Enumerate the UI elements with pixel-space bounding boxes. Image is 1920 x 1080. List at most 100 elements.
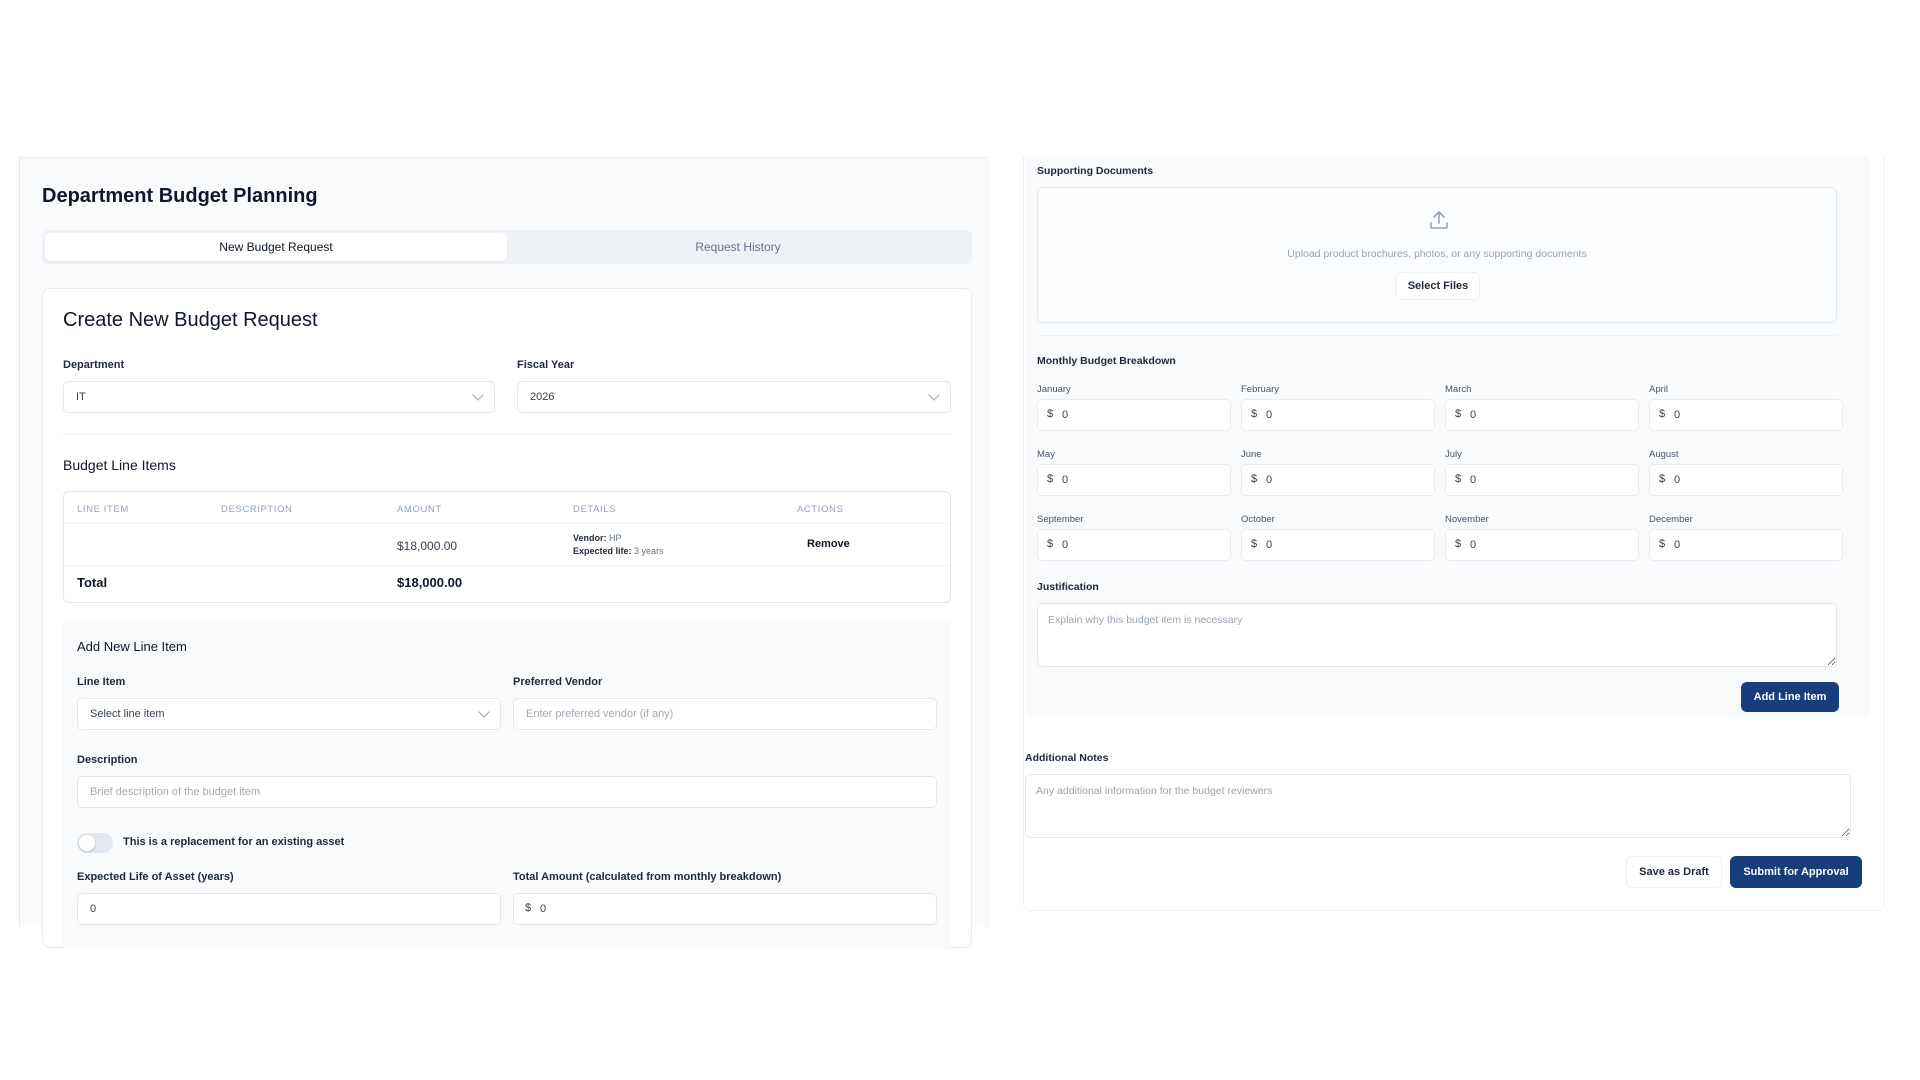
total-amount-currency: $ [525, 902, 532, 914]
vendor-label: Preferred Vendor [513, 676, 603, 688]
line-items-title: Budget Line Items [63, 457, 176, 473]
line-item-label: Line Item [77, 676, 126, 688]
month-label-march: March [1445, 384, 1472, 395]
preferred-vendor-input[interactable] [513, 698, 937, 730]
month-label-october: October [1241, 514, 1275, 525]
monthly-breakdown-label: Monthly Budget Breakdown [1037, 355, 1176, 367]
month-input-december[interactable] [1649, 529, 1843, 561]
remove-button[interactable]: Remove [807, 538, 850, 550]
column-header-line-item: Line Item [77, 504, 129, 515]
total-amount-input[interactable] [513, 893, 937, 925]
line-item-details-section: Supporting Documents Upload product broc… [1025, 157, 1869, 719]
life-value: 3 years [634, 546, 664, 556]
life-label: Expected life: [573, 546, 632, 556]
page-title: Department Budget Planning [42, 185, 318, 207]
department-value: IT [76, 391, 86, 403]
expected-life-input[interactable] [77, 893, 501, 925]
submit-for-approval-button[interactable]: Submit for Approval [1730, 856, 1862, 888]
description-input[interactable] [77, 776, 937, 808]
month-label-june: June [1241, 449, 1262, 460]
month-input-may[interactable] [1037, 464, 1231, 496]
line-item-select[interactable]: Select line item [77, 698, 501, 730]
currency-symbol: $ [1047, 473, 1054, 485]
select-files-button[interactable]: Select Files [1396, 272, 1480, 300]
justification-label: Justification [1037, 581, 1099, 593]
vendor-value: HP [609, 533, 622, 543]
fiscal-year-label: Fiscal Year [517, 359, 575, 371]
column-header-description: Description [221, 504, 293, 515]
currency-symbol: $ [1251, 408, 1258, 420]
department-label: Department [63, 359, 125, 371]
upload-icon [1430, 211, 1448, 229]
currency-symbol: $ [1455, 538, 1462, 550]
month-label-july: July [1445, 449, 1462, 460]
justification-textarea[interactable] [1037, 603, 1837, 667]
currency-symbol: $ [1455, 473, 1462, 485]
request-details-panel: Supporting Documents Upload product broc… [1015, 157, 1895, 927]
total-value: $18,000.00 [397, 575, 463, 590]
month-input-july[interactable] [1445, 464, 1639, 496]
save-draft-button[interactable]: Save as Draft [1626, 856, 1722, 888]
month-label-february: February [1241, 384, 1280, 395]
chevron-down-icon [478, 706, 490, 718]
month-label-january: January [1037, 384, 1071, 395]
fiscal-year-select[interactable]: 2026 [517, 381, 951, 413]
chevron-down-icon [928, 389, 940, 401]
fiscal-year-value: 2026 [530, 391, 555, 403]
toggle-knob [79, 835, 95, 851]
month-input-june[interactable] [1241, 464, 1435, 496]
month-label-december: December [1649, 514, 1693, 525]
upload-hint: Upload product brochures, photos, or any… [1287, 248, 1587, 260]
replacement-toggle-label: This is a replacement for an existing as… [123, 836, 345, 848]
currency-symbol: $ [1047, 538, 1054, 550]
column-header-details: Details [573, 504, 617, 515]
line-item-value: Select line item [90, 708, 165, 720]
description-label: Description [77, 754, 138, 766]
month-input-january[interactable] [1037, 399, 1231, 431]
month-input-october[interactable] [1241, 529, 1435, 561]
vendor-label: Vendor: [573, 533, 607, 543]
supporting-docs-label: Supporting Documents [1037, 165, 1154, 177]
add-line-item-section: Add New Line Item Line Item Select line … [63, 621, 951, 951]
month-input-february[interactable] [1241, 399, 1435, 431]
add-line-item-button[interactable]: Add Line Item [1741, 682, 1839, 712]
month-input-august[interactable] [1649, 464, 1843, 496]
month-input-november[interactable] [1445, 529, 1639, 561]
department-select[interactable]: IT [63, 381, 495, 413]
row-amount: $18,000.00 [397, 539, 458, 553]
tab-request-history[interactable]: Request History [507, 233, 969, 261]
currency-symbol: $ [1047, 408, 1054, 420]
expected-life-label: Expected Life of Asset (years) [77, 871, 234, 883]
month-input-april[interactable] [1649, 399, 1843, 431]
row-details: Vendor: HP Expected life: 3 years [573, 532, 664, 558]
currency-symbol: $ [1659, 538, 1666, 550]
create-request-card: Create New Budget Request Department IT … [42, 288, 972, 951]
additional-notes-textarea[interactable] [1025, 774, 1851, 838]
budget-planning-panel: Department Budget Planning New Budget Re… [19, 157, 989, 951]
chevron-down-icon [472, 389, 484, 401]
form-title: Create New Budget Request [63, 309, 318, 331]
month-label-april: April [1649, 384, 1669, 395]
row-divider [64, 523, 950, 524]
total-label: Total [77, 575, 108, 590]
add-item-title: Add New Line Item [77, 639, 187, 654]
month-input-march[interactable] [1445, 399, 1639, 431]
currency-symbol: $ [1251, 538, 1258, 550]
replacement-toggle[interactable] [77, 833, 113, 853]
divider [63, 434, 951, 435]
month-input-september[interactable] [1037, 529, 1231, 561]
currency-symbol: $ [1659, 473, 1666, 485]
tab-bar: New Budget Request Request History [42, 230, 972, 264]
month-label-may: May [1037, 449, 1055, 460]
month-label-november: November [1445, 514, 1489, 525]
currency-symbol: $ [1455, 408, 1462, 420]
additional-notes-label: Additional Notes [1025, 752, 1109, 764]
column-header-amount: Amount [397, 504, 442, 515]
tab-new-budget-request[interactable]: New Budget Request [45, 233, 507, 261]
currency-symbol: $ [1659, 408, 1666, 420]
file-drop-zone[interactable]: Upload product brochures, photos, or any… [1037, 187, 1837, 323]
row-divider [64, 565, 950, 566]
right-card: Supporting Documents Upload product broc… [1023, 157, 1885, 911]
total-amount-label: Total Amount (calculated from monthly br… [513, 871, 782, 883]
currency-symbol: $ [1251, 473, 1258, 485]
